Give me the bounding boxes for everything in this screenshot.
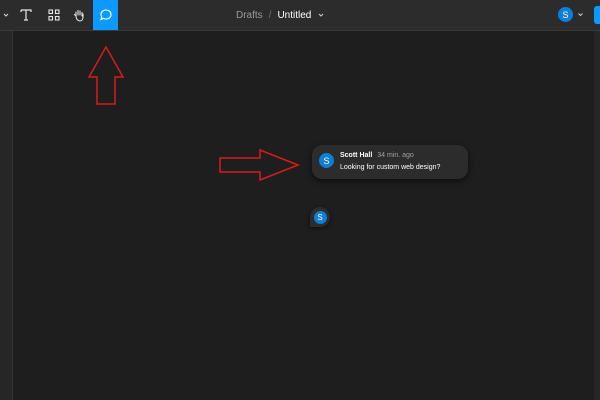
comment-meta: Scott Hall 34 min. ago xyxy=(340,152,414,159)
avatar: S xyxy=(319,153,334,168)
comment-card[interactable]: S Scott Hall 34 min. ago Looking for cus… xyxy=(312,145,468,179)
arrow-up-annotation xyxy=(87,45,125,105)
arrow-right-annotation xyxy=(219,148,301,182)
comment-timestamp: 34 min. ago xyxy=(377,152,414,159)
avatar: S xyxy=(313,210,327,224)
comment-text: Looking for custom web design? xyxy=(340,164,441,171)
annotation-overlay xyxy=(87,45,301,182)
comment-author: Scott Hall xyxy=(340,152,373,159)
comment-pin[interactable]: S xyxy=(310,207,330,227)
